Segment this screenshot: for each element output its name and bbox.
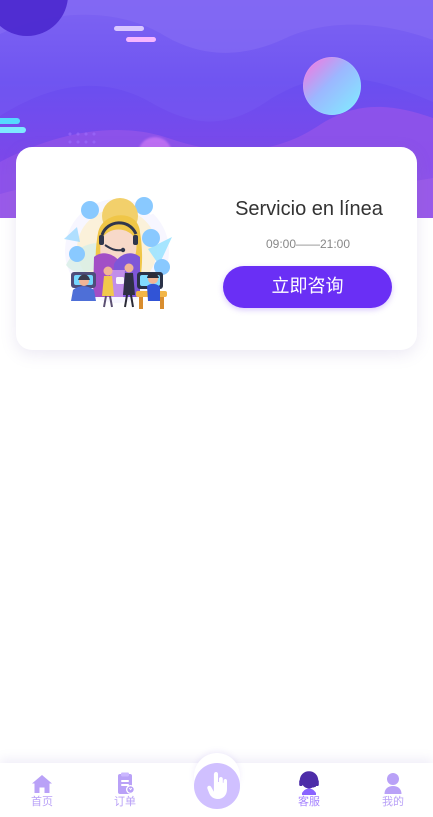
- decorative-bar: [114, 26, 144, 31]
- home-icon: [32, 775, 52, 793]
- nav-label-home: 首页: [31, 795, 53, 808]
- customer-service-illustration: [64, 197, 172, 309]
- gradient-orb: [303, 57, 361, 115]
- nav-label-orders: 订单: [114, 795, 136, 808]
- nav-item-home[interactable]: 首页: [14, 766, 70, 816]
- service-title: Servicio en línea: [235, 198, 383, 220]
- customer-service-page: Servicio en línea 09:00——21:00 立即咨询 首页 订…: [0, 0, 433, 817]
- nav-item-center-action[interactable]: [194, 753, 240, 809]
- nav-item-profile[interactable]: 我的: [365, 766, 421, 816]
- content-background: [0, 350, 433, 763]
- nav-item-orders[interactable]: 订单: [97, 766, 153, 816]
- tap-hand-icon: [207, 772, 227, 799]
- decorative-bar: [126, 37, 156, 42]
- nav-label-profile: 我的: [382, 795, 404, 808]
- decorative-bar: [0, 118, 20, 124]
- profile-icon: [384, 773, 402, 794]
- order-icon: [118, 772, 135, 794]
- service-hours: 09:00——21:00: [265, 237, 351, 251]
- decorative-bar: [0, 127, 26, 133]
- nav-item-customer-service[interactable]: 客服: [281, 766, 337, 816]
- nav-label-customer-service: 客服: [298, 795, 320, 808]
- customer-service-icon: [299, 771, 319, 795]
- consult-now-button[interactable]: 立即咨询: [223, 266, 392, 308]
- center-action-circle: [194, 763, 240, 809]
- decorative-dot-grid: [66, 130, 100, 146]
